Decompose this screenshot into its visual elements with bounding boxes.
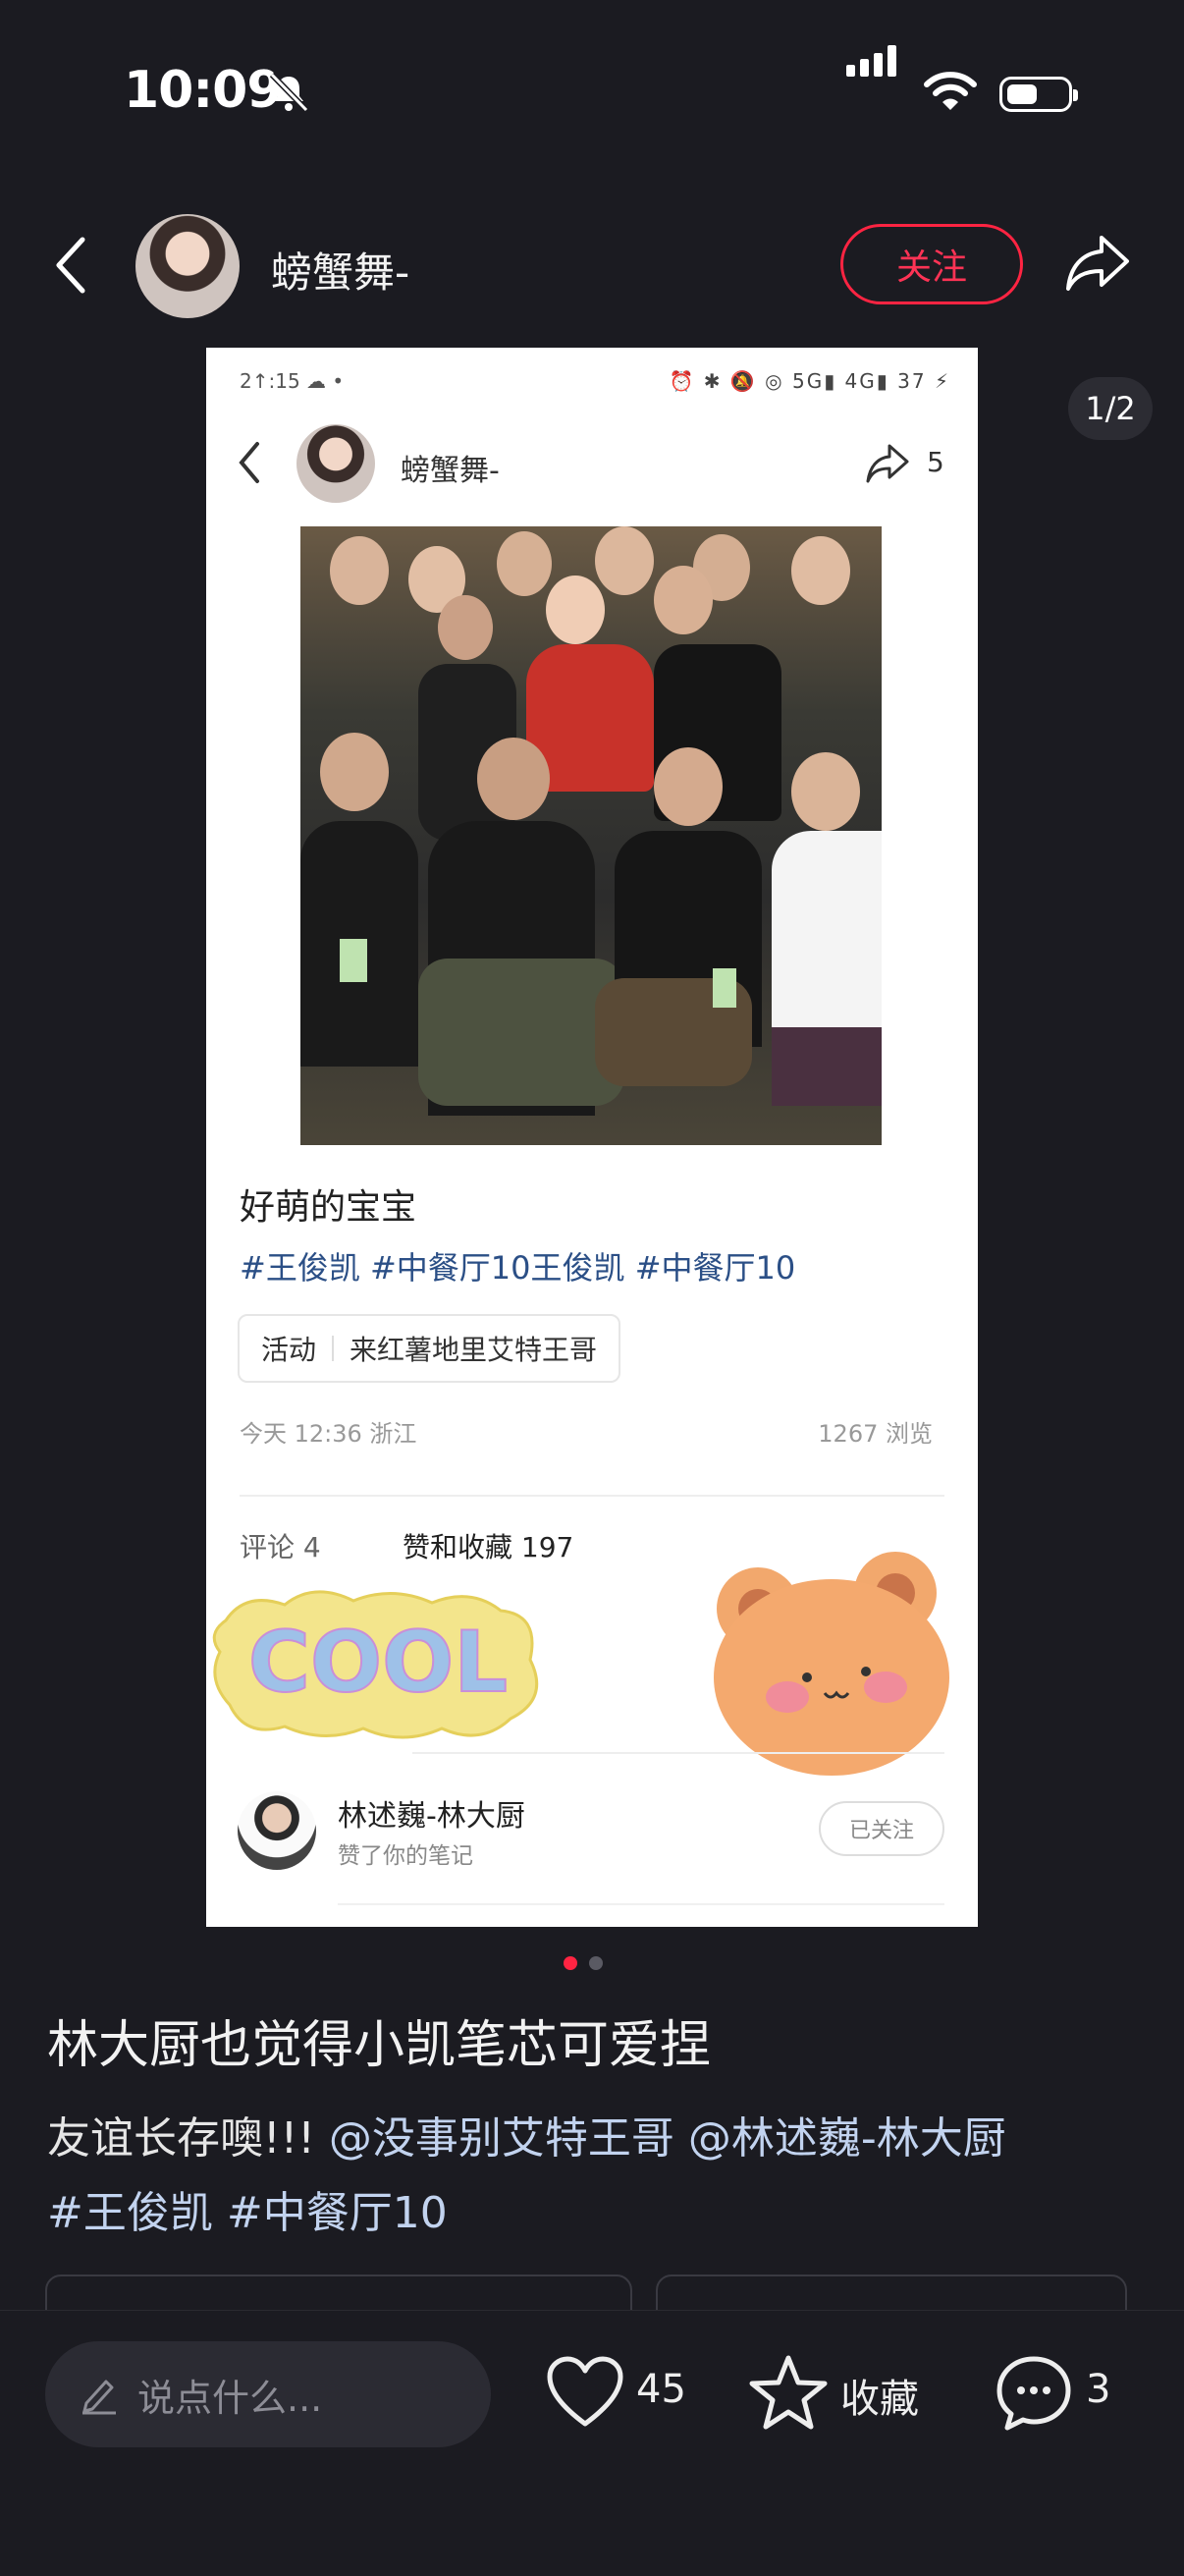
card-divider-3 [338, 1903, 944, 1905]
wifi-icon [924, 72, 977, 110]
activity-label: 活动 [261, 1334, 317, 1366]
group-photo [300, 526, 882, 1145]
follow-button[interactable]: 关注 [840, 224, 1023, 304]
activity-separator [332, 1336, 335, 1361]
notification-subtitle: 赞了你的笔记 [338, 1843, 473, 1869]
comment-placeholder: 说点什么... [137, 2376, 323, 2420]
back-icon[interactable] [49, 234, 92, 297]
notification-name: 林述巍-林大厨 [338, 1799, 525, 1834]
inner-status-left: 2↑:15 ☁ • [240, 369, 345, 393]
note-image-card[interactable]: 2↑:15 ☁ • ⏰ ✱ 🔕 ◎ 5G▮ 4G▮ 37 ⚡ 螃蟹舞- 5 好萌… [206, 348, 978, 1927]
comment-input[interactable]: 说点什么... [45, 2341, 491, 2447]
card-title: 好萌的宝宝 [240, 1187, 417, 1228]
card-activity-chip: 活动 来红薯地里艾特王哥 [238, 1314, 621, 1383]
cool-sticker: COOL [212, 1590, 539, 1739]
related-chip[interactable] [656, 2275, 1127, 2314]
bear-sticker [714, 1552, 949, 1776]
star-icon[interactable] [748, 2353, 829, 2432]
card-views: 1267 浏览 [818, 1420, 933, 1448]
related-chips-row [45, 2275, 1184, 2314]
author-avatar[interactable] [135, 214, 240, 318]
mention-link[interactable]: @没事别艾特王哥 [329, 2113, 674, 2164]
like-count[interactable]: 45 [636, 2367, 686, 2412]
mention-link[interactable]: @林述巍-林大厨 [688, 2113, 1006, 2164]
pencil-icon [82, 2380, 116, 2415]
card-comments-tab: 评论 4 [240, 1531, 321, 1563]
collect-label[interactable]: 收藏 [840, 2367, 919, 2424]
inner-back-icon [239, 442, 259, 483]
heart-icon[interactable] [546, 2355, 624, 2430]
inner-author-name: 螃蟹舞- [401, 454, 500, 488]
inner-share-icon [866, 444, 909, 483]
notification-avatar [238, 1791, 316, 1870]
notification-followed-button: 已关注 [819, 1801, 944, 1856]
inner-status-right: ⏰ ✱ 🔕 ◎ 5G▮ 4G▮ 37 ⚡ [669, 369, 950, 393]
sticker-text: COOL [248, 1614, 508, 1712]
inner-author-avatar [296, 424, 375, 503]
author-name[interactable]: 螃蟹舞- [271, 240, 409, 300]
card-divider [240, 1495, 944, 1497]
carousel-dot-active [564, 1956, 577, 1970]
comment-count[interactable]: 3 [1086, 2367, 1110, 2412]
card-meta: 今天 12:36 浙江 [240, 1420, 417, 1448]
card-tags: #王俊凯 #中餐厅10王俊凯 #中餐厅10 [240, 1249, 796, 1287]
inner-share-count: 5 [927, 446, 944, 478]
page-indicator: 1/2 [1068, 377, 1153, 440]
activity-text: 来红薯地里艾特王哥 [350, 1334, 598, 1366]
share-icon[interactable] [1062, 230, 1133, 297]
card-likes-tab: 赞和收藏 197 [403, 1531, 574, 1563]
comment-icon[interactable] [994, 2353, 1074, 2432]
note-body: 友谊长存噢!!! @没事别艾特王哥 @林述巍-林大厨 #王俊凯 #中餐厅10 [47, 2102, 1147, 2251]
carousel-dots [564, 1956, 603, 1970]
related-chip[interactable] [45, 2275, 632, 2314]
status-time: 10:09 [124, 61, 283, 120]
battery-icon [999, 77, 1078, 112]
note-body-text: 友谊长存噢!!! [47, 2113, 329, 2164]
hashtag-links[interactable]: #王俊凯 #中餐厅10 [47, 2188, 448, 2238]
note-title: 林大厨也觉得小凯笔芯可爱捏 [47, 2016, 712, 2075]
card-divider-2 [412, 1752, 944, 1754]
bell-muted-icon [269, 72, 309, 113]
carousel-dot [589, 1956, 603, 1970]
